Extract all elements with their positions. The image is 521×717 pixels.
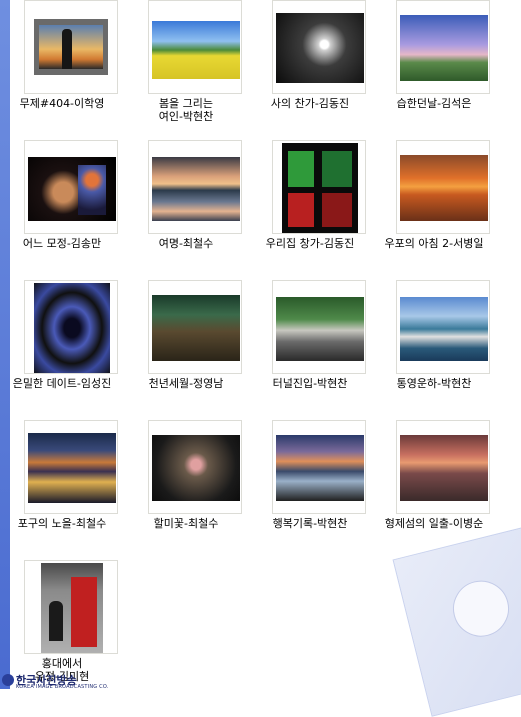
thumbnail-frame <box>396 280 490 374</box>
file-item[interactable]: 사의 찬가-김동진 <box>248 0 372 134</box>
logo-mark-icon <box>2 674 14 686</box>
file-item[interactable]: 여명-최철수 <box>124 140 248 274</box>
file-item[interactable]: 우리집 창가-김동진 <box>248 140 372 274</box>
thumbnail-frame <box>24 140 118 234</box>
thumbnail-image <box>276 13 364 83</box>
thumbnail-frame <box>24 560 118 654</box>
broadcaster-logo: 한국사진방송 KOREA IMAGE BROADCASTING CO. <box>0 672 140 690</box>
file-label: 여명-최철수 <box>158 237 214 250</box>
thumbnail-image <box>400 15 488 81</box>
thumbnail-image <box>28 433 116 503</box>
file-item[interactable]: 우포의 아침 2-서병일 <box>372 140 496 274</box>
thumbnail-frame <box>272 140 366 234</box>
file-item[interactable]: 터널진입-박현찬 <box>248 280 372 414</box>
thumbnail-frame <box>148 280 242 374</box>
thumbnail-image <box>400 297 488 361</box>
file-item[interactable]: 어느 모정-김송만 <box>0 140 124 274</box>
thumbnail-frame <box>272 420 366 514</box>
thumbnail-frame <box>396 0 490 94</box>
thumbnail-frame <box>148 420 242 514</box>
thumbnail-image <box>400 435 488 501</box>
file-label: 우포의 아침 2-서병일 <box>384 237 484 250</box>
thumbnail-image <box>152 435 240 501</box>
file-label: 사의 찬가-김동진 <box>270 97 350 110</box>
file-label: 포구의 노을-최철수 <box>17 517 107 530</box>
file-item[interactable]: 봄을 그리는 여인-박현찬 <box>124 0 248 134</box>
thumbnail-frame <box>148 0 242 94</box>
file-item[interactable]: 행복기록-박현찬 <box>248 420 372 554</box>
thumbnail-image <box>152 295 240 361</box>
thumbnail-frame <box>148 140 242 234</box>
file-label: 터널진입-박현찬 <box>272 377 348 390</box>
file-label: 습한던날-김석은 <box>396 97 472 110</box>
thumbnail-image <box>28 157 116 221</box>
file-label: 어느 모정-김송만 <box>22 237 102 250</box>
thumbnail-frame <box>24 0 118 94</box>
file-label: 우리집 창가-김동진 <box>265 237 355 250</box>
thumbnail-image <box>400 155 488 221</box>
thumbnail-image <box>276 435 364 501</box>
file-item[interactable]: 형제섬의 일출-이병순 <box>372 420 496 554</box>
thumbnail-image <box>34 19 108 75</box>
thumbnail-image <box>282 143 358 233</box>
file-label: 할미꽃-최철수 <box>153 517 219 530</box>
file-item[interactable]: 무제#404-이학영 <box>0 0 124 134</box>
thumbnail-frame <box>396 140 490 234</box>
thumbnail-frame <box>272 280 366 374</box>
file-item[interactable]: 은밀한 데이트-임성진 <box>0 280 124 414</box>
file-label: 무제#404-이학영 <box>19 97 105 110</box>
file-label: 은밀한 데이트-임성진 <box>12 377 112 390</box>
thumbnail-image <box>34 283 110 373</box>
file-item[interactable]: 할미꽃-최철수 <box>124 420 248 554</box>
thumbnail-image <box>152 21 240 79</box>
file-label: 형제섬의 일출-이병순 <box>384 517 484 530</box>
thumbnail-frame <box>24 420 118 514</box>
file-item[interactable]: 천년세월-정영남 <box>124 280 248 414</box>
file-item[interactable]: 습한던날-김석은 <box>372 0 496 134</box>
file-item[interactable]: 통영운하-박현찬 <box>372 280 496 414</box>
thumbnail-image <box>152 157 240 221</box>
file-label: 통영운하-박현찬 <box>396 377 472 390</box>
thumbnail-frame <box>272 0 366 94</box>
thumbnail-image <box>276 297 364 361</box>
file-label: 행복기록-박현찬 <box>272 517 348 530</box>
file-label: 천년세월-정영남 <box>148 377 224 390</box>
thumbnail-grid: 무제#404-이학영 봄을 그리는 여인-박현찬 사의 찬가-김동진 습한던날-… <box>0 0 521 689</box>
thumbnail-frame <box>24 280 118 374</box>
thumbnail-image <box>41 563 103 653</box>
thumbnail-frame <box>396 420 490 514</box>
file-label: 봄을 그리는 여인-박현찬 <box>158 97 214 123</box>
logo-subtitle: KOREA IMAGE BROADCASTING CO. <box>16 684 109 690</box>
file-item[interactable]: 포구의 노을-최철수 <box>0 420 124 554</box>
